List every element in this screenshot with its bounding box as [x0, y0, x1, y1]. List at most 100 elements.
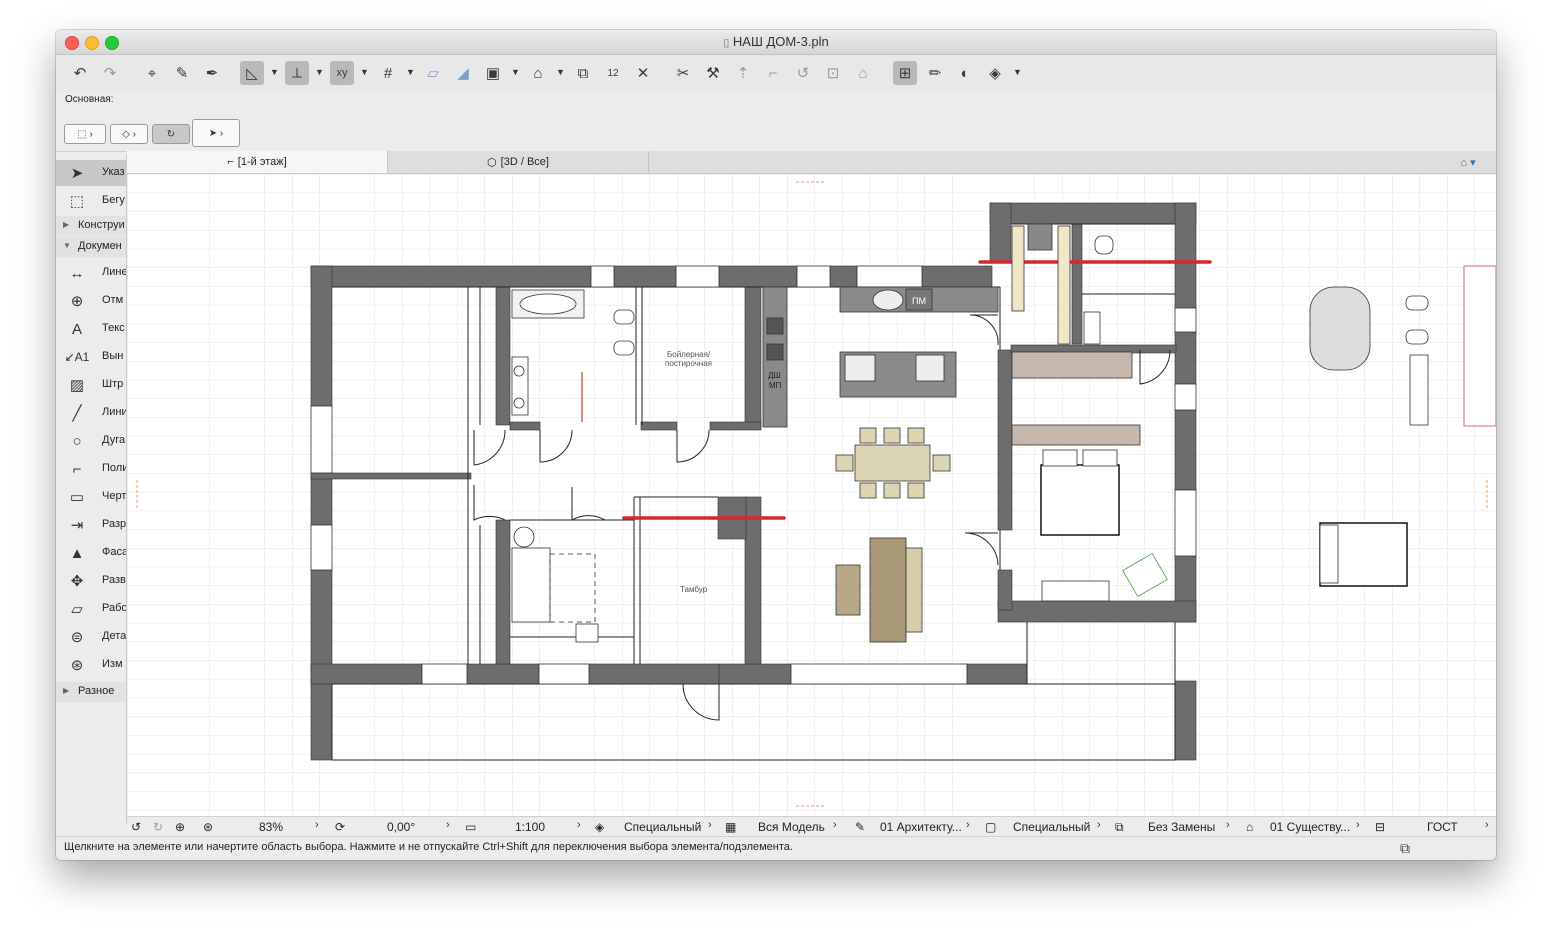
zoom-value[interactable]: 83%	[259, 820, 283, 834]
fillet-icon[interactable]: ⌐	[761, 61, 785, 85]
zoom-back-icon[interactable]: ↺	[131, 820, 141, 834]
pick-up-parameters-icon[interactable]: ✎	[170, 61, 194, 85]
tool-arc[interactable]: ○ Дуга	[56, 428, 126, 454]
trace-icon[interactable]: ⧉	[571, 61, 595, 85]
angle-value[interactable]: 0,00°	[387, 820, 415, 834]
scale-value[interactable]: 1:100	[515, 820, 545, 834]
vector-icon[interactable]: ◢	[451, 61, 475, 85]
render-dropdown-icon[interactable]: ▼	[1013, 67, 1022, 77]
window-title-text: НАШ ДОМ-3.pln	[732, 34, 829, 49]
override-value[interactable]: Без Замены	[1148, 820, 1215, 834]
group-document[interactable]: ▼ Докумен	[56, 237, 126, 257]
renovation-arrow-icon[interactable]: ›	[1356, 819, 1360, 831]
gravity-icon[interactable]: ▣	[481, 61, 505, 85]
boiler-label: Бойлерная/	[667, 350, 711, 359]
zoom-in-icon[interactable]: ⊕	[175, 820, 185, 834]
layers-icon[interactable]: ⌂	[526, 61, 550, 85]
renovation-value[interactable]: 01 Существу...	[1270, 820, 1350, 834]
view-tabs: ⌐ [1-й этаж] ⬡ [3D / Все] ⌂ ▾	[127, 151, 1496, 174]
right-block-wall-bottom	[997, 600, 1197, 623]
display-arrow-icon[interactable]: ›	[1097, 819, 1101, 831]
tool-marquee[interactable]: ⬚ Бегу	[56, 188, 126, 214]
snap-guides-icon[interactable]: ⟂	[285, 61, 309, 85]
tool-polyline[interactable]: ⌐ Поли	[56, 456, 126, 482]
tab-3d[interactable]: ⬡ [3D / Все]	[387, 151, 649, 173]
toilet-1	[613, 309, 635, 325]
tool-interior-elevation[interactable]: ✥ Разв	[56, 568, 126, 594]
curve-icon[interactable]: ↺	[791, 61, 815, 85]
tool-line[interactable]: ╱ Лини	[56, 400, 126, 426]
tool-arrow[interactable]: ➤ Указ	[56, 160, 126, 186]
grid-snap-icon[interactable]: #	[376, 61, 400, 85]
floor-plan-scale-icon[interactable]: 12	[601, 61, 625, 85]
tool-drawing[interactable]: ▭ Черт	[56, 484, 126, 510]
model-view-value[interactable]: Вся Модель	[758, 820, 825, 834]
cross-icon[interactable]: ✕	[631, 61, 655, 85]
floor-plan-canvas[interactable]: Бойлерная/ постирочная Тамбур ПМ ДШ МП	[127, 174, 1496, 816]
model-view-arrow-icon[interactable]: ›	[833, 819, 837, 831]
gravity-dropdown-icon[interactable]: ▼	[511, 67, 520, 77]
geometry-method-button[interactable]: ⬚ ›	[64, 124, 106, 144]
ruler-icon: ▭	[465, 820, 477, 834]
adjust-icon[interactable]: ⚒	[701, 61, 725, 85]
display-value[interactable]: Специальный	[1013, 820, 1090, 834]
snap-guides-dropdown-icon[interactable]: ▼	[315, 67, 324, 77]
dimension-standard-value[interactable]: ГОСТ	[1427, 820, 1458, 834]
scale-arrow-icon[interactable]: ›	[577, 819, 581, 831]
tool-label[interactable]: ↙A1 Вын	[56, 344, 126, 370]
resize-icon[interactable]: ⊡	[821, 61, 845, 85]
grid-snap-dropdown-icon[interactable]: ▼	[406, 67, 415, 77]
split-icon[interactable]: ✂	[671, 61, 695, 85]
redo-icon[interactable]: ↷	[98, 61, 122, 85]
group-design[interactable]: ▶ Конструи	[56, 216, 126, 236]
layers-dropdown-icon[interactable]: ▼	[556, 67, 565, 77]
pen-set-value[interactable]: 01 Архитекту...	[880, 820, 962, 834]
layer-combo-arrow-icon[interactable]: ›	[708, 819, 712, 831]
find-select-icon[interactable]: ⌖	[140, 61, 164, 85]
right-block-inner-left2	[997, 569, 1013, 611]
offset-icon[interactable]: ⇡	[731, 61, 755, 85]
angle-arrow-icon[interactable]: ›	[446, 819, 450, 831]
tool-dimension[interactable]: ↔ Лине	[56, 260, 127, 286]
tab-menu-button[interactable]: ⌂ ▾	[1445, 151, 1491, 173]
roof-icon[interactable]: ⌂	[851, 61, 875, 85]
tool-label: Разр	[102, 518, 127, 530]
tool-section[interactable]: ⇥ Разр	[56, 512, 126, 538]
group-more[interactable]: ▶ Разное	[56, 682, 126, 702]
render-icon[interactable]: ◈	[983, 61, 1007, 85]
selection-method-button[interactable]: ◇ ›	[110, 124, 148, 144]
drawing-icon: ▭	[69, 489, 85, 506]
dimension-standard-arrow-icon[interactable]: ›	[1485, 819, 1489, 831]
tool-detail[interactable]: ⊜ Дета	[56, 624, 126, 650]
tool-change[interactable]: ⊛ Изм	[56, 652, 126, 678]
pen-edit-icon[interactable]: ✏	[923, 61, 947, 85]
marquee-icon[interactable]: ⊞	[893, 61, 917, 85]
undo-icon[interactable]: ↶	[68, 61, 92, 85]
zoom-arrow-icon[interactable]: ›	[315, 819, 319, 831]
rotate-tool-button[interactable]: ↻	[152, 124, 190, 144]
relative-construction-icon[interactable]: xy	[330, 61, 354, 85]
floor-plan-drawing[interactable]: Бойлерная/ постирочная Тамбур ПМ ДШ МП	[127, 174, 1496, 816]
zoom-forward-icon[interactable]: ↻	[153, 820, 163, 834]
tool-level[interactable]: ⊕ Отм	[56, 288, 126, 314]
interior-elevation-icon: ✥	[70, 573, 84, 590]
tool-worksheet[interactable]: ▱ Рабо	[56, 596, 126, 622]
inject-parameters-icon[interactable]: ✒	[200, 61, 224, 85]
fit-in-window-icon[interactable]: ⊛	[203, 820, 213, 834]
tool-fill[interactable]: ▨ Штр	[56, 372, 126, 398]
guide-lines-dropdown-icon[interactable]: ▼	[270, 67, 279, 77]
tool-elevation[interactable]: ▲ Фаса	[56, 540, 126, 566]
guide-lines-icon[interactable]: ◺	[240, 61, 264, 85]
pen-set-arrow-icon[interactable]: ›	[966, 819, 970, 831]
window-layout-icon[interactable]: ⧉	[1400, 840, 1410, 857]
override-arrow-icon[interactable]: ›	[1226, 819, 1230, 831]
arrow-tool-button[interactable]: ➤ ›	[192, 119, 240, 147]
layer-combo-value[interactable]: Специальный	[624, 820, 701, 834]
corner-bath	[1309, 286, 1371, 371]
relative-construction-dropdown-icon[interactable]: ▼	[360, 67, 369, 77]
surface-icon[interactable]: ▱	[421, 61, 445, 85]
inner-wall-v4	[744, 496, 762, 665]
tab-floor-plan[interactable]: ⌐ [1-й этаж]	[127, 151, 387, 173]
tool-text[interactable]: A Текс	[56, 316, 126, 342]
3d-view-icon[interactable]: ◐	[953, 61, 977, 85]
